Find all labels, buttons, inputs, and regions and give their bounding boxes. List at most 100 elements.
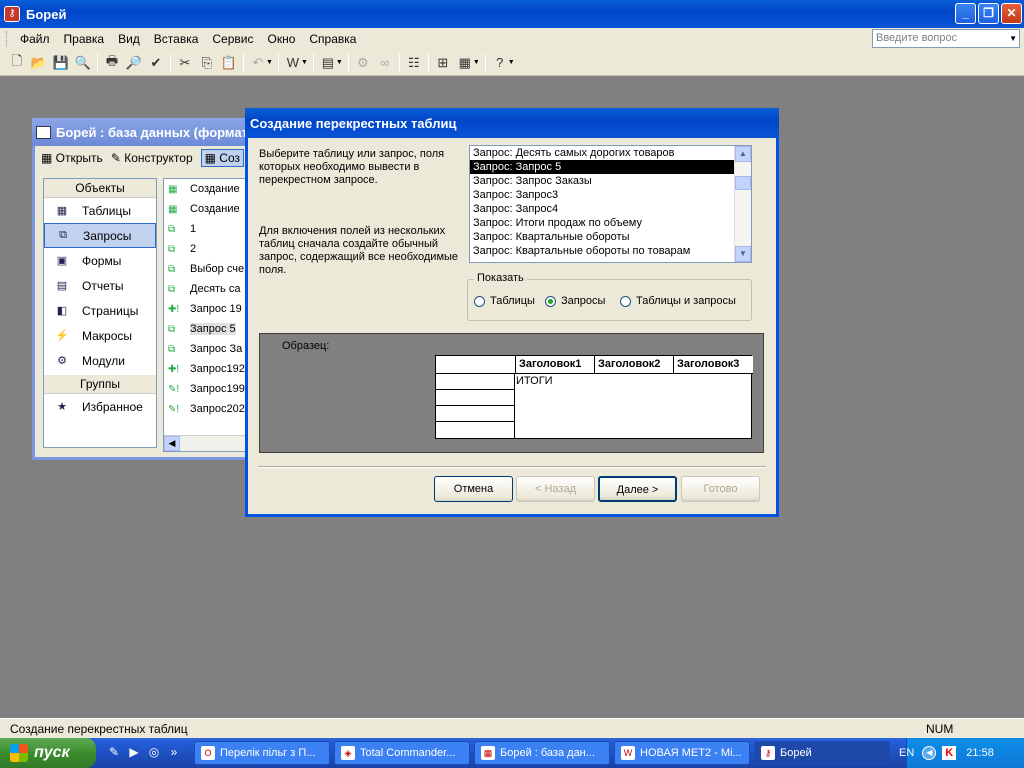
list-item[interactable]: ✎! Запрос202: [164, 399, 252, 419]
list-item[interactable]: ▦ Создание: [164, 179, 252, 199]
chevron-left-icon[interactable]: ◀: [922, 746, 937, 760]
objects-header[interactable]: Объекты: [44, 179, 156, 198]
notepad-icon[interactable]: ✎: [106, 745, 122, 761]
cancel-button[interactable]: Отмена: [434, 476, 513, 502]
list-item[interactable]: ⧉ 2: [164, 239, 252, 259]
object-reports[interactable]: ▤ Отчеты: [44, 273, 156, 298]
restore-button[interactable]: ❐: [978, 3, 999, 24]
menu-grip[interactable]: [6, 31, 9, 47]
properties-icon[interactable]: ☷: [403, 52, 425, 74]
list-item[interactable]: Запрос: Итоги продаж по объему: [470, 216, 735, 230]
menu-window[interactable]: Окно: [260, 32, 302, 46]
grid-row-cell: [436, 422, 515, 438]
taskbar-task[interactable]: ▦ Борей : база дан...: [474, 741, 610, 765]
design-button[interactable]: ✎ Конструктор: [111, 151, 193, 165]
chevron-down-icon[interactable]: ▼: [735, 246, 751, 262]
back-button[interactable]: < Назад: [516, 476, 595, 502]
chevron-left-icon[interactable]: ◀: [164, 436, 180, 451]
access-key-icon[interactable]: ⚷: [4, 6, 20, 22]
chevron-down-icon[interactable]: ▼: [1009, 30, 1017, 47]
menu-view[interactable]: Вид: [111, 32, 147, 46]
code-icon[interactable]: ⚙: [352, 52, 374, 74]
list-item[interactable]: Запрос: Запрос3: [470, 188, 735, 202]
vertical-scrollbar[interactable]: ▲ ▼: [734, 146, 751, 262]
list-item[interactable]: Запрос: Запрос4: [470, 202, 735, 216]
open-button[interactable]: ▦ Открыть: [41, 151, 103, 165]
chevron-up-icon[interactable]: ▲: [735, 146, 751, 162]
search-files-icon[interactable]: 🔍: [72, 52, 94, 74]
list-item[interactable]: ✎! Запрос199: [164, 379, 252, 399]
paste-icon[interactable]: 📋: [218, 52, 240, 74]
show-group-label: Показать: [474, 272, 527, 284]
object-pages[interactable]: ◧ Страницы: [44, 298, 156, 323]
object-modules[interactable]: ⚙ Модули: [44, 348, 156, 373]
copy-icon[interactable]: ⎘: [196, 52, 218, 74]
database-toolbar: ▦ Открыть ✎ Конструктор ▦ Соз: [35, 146, 249, 170]
show-groupbox: Показать Таблицы Запросы Таблицы и запро…: [467, 272, 752, 321]
new-icon[interactable]: 🗋: [6, 52, 28, 74]
list-item[interactable]: ⧉ Выбор сче: [164, 259, 252, 279]
list-item[interactable]: ✚! Запрос 19: [164, 299, 252, 319]
radio-queries[interactable]: Запросы: [545, 295, 605, 307]
dialog-titlebar[interactable]: Создание перекрестных таблиц: [245, 108, 779, 138]
list-item[interactable]: ⧉ Запрос За: [164, 339, 252, 359]
menu-insert[interactable]: Вставка: [147, 32, 206, 46]
print-icon[interactable]: 🖶: [101, 52, 123, 74]
script-icon[interactable]: ∞: [374, 52, 396, 74]
list-item[interactable]: Запрос: Квартальные обороты: [470, 230, 735, 244]
close-button[interactable]: ✕: [1001, 3, 1022, 24]
database-window-titlebar[interactable]: Борей : база данных (формат: [32, 118, 252, 146]
total-commander-icon: ◈: [341, 746, 355, 760]
list-item[interactable]: Запрос: Десять самых дорогих товаров: [470, 146, 735, 160]
print-preview-icon[interactable]: 🔎: [123, 52, 145, 74]
radio-tables[interactable]: Таблицы: [474, 295, 535, 307]
menu-tools[interactable]: Сервис: [205, 32, 260, 46]
relationships-icon[interactable]: ⊞: [432, 52, 454, 74]
object-tables[interactable]: ▦ Таблицы: [44, 198, 156, 223]
menu-help[interactable]: Справка: [302, 32, 363, 46]
cut-icon[interactable]: ✂: [174, 52, 196, 74]
query-listbox[interactable]: Запрос: Десять самых дорогих товаров Зап…: [469, 145, 752, 263]
group-favorites[interactable]: ★ Избранное: [44, 394, 156, 419]
horizontal-scrollbar[interactable]: ◀: [164, 435, 252, 451]
groups-header[interactable]: Группы: [44, 375, 156, 394]
language-indicator[interactable]: EN: [899, 747, 914, 759]
create-button[interactable]: ▦ Соз: [200, 149, 245, 167]
grid-header: Заголовок3: [674, 356, 753, 374]
clock[interactable]: 21:58: [966, 747, 994, 759]
list-item[interactable]: Запрос: Запрос Заказы: [470, 174, 735, 188]
open-icon[interactable]: 📂: [28, 52, 50, 74]
kaspersky-icon[interactable]: K: [942, 746, 957, 760]
ask-question-input[interactable]: Введите вопрос ▼: [872, 29, 1020, 48]
opera-icon[interactable]: ◎: [146, 745, 162, 761]
hint-text: Для включения полей из нескольких таблиц…: [259, 225, 459, 276]
start-button[interactable]: пуск: [0, 738, 96, 768]
menu-edit[interactable]: Правка: [57, 32, 112, 46]
list-item[interactable]: ✚! Запрос192: [164, 359, 252, 379]
radio-tables-and-queries[interactable]: Таблицы и запросы: [620, 295, 736, 307]
next-button[interactable]: Далее >: [598, 476, 677, 502]
list-item[interactable]: ⧉ 1: [164, 219, 252, 239]
finish-button[interactable]: Готово: [681, 476, 760, 502]
taskbar-task[interactable]: O Перелік пільг з П...: [194, 741, 330, 765]
minimize-button[interactable]: _: [955, 3, 976, 24]
object-macros[interactable]: ⚡ Макросы: [44, 323, 156, 348]
object-forms[interactable]: ▣ Формы: [44, 248, 156, 273]
taskbar-task[interactable]: W НОВАЯ МЕТ2 - Mi...: [614, 741, 750, 765]
list-item[interactable]: ⧉ Десять са: [164, 279, 252, 299]
list-item[interactable]: ▦ Создание: [164, 199, 252, 219]
media-player-icon[interactable]: ▶: [126, 745, 142, 761]
save-icon[interactable]: 💾: [50, 52, 72, 74]
chevron-right-icon[interactable]: »: [166, 745, 182, 761]
windows-flag-icon: [10, 744, 28, 762]
scroll-thumb[interactable]: [735, 176, 751, 190]
list-item[interactable]: ⧉ Запрос 5: [164, 319, 252, 339]
list-item[interactable]: Запрос: Квартальные обороты по товарам: [470, 244, 735, 258]
list-item[interactable]: Запрос: Запрос 5: [470, 160, 735, 174]
object-queries[interactable]: ⧉ Запросы: [44, 223, 156, 248]
taskbar-task-active[interactable]: ⚷ Борей: [754, 741, 890, 765]
menu-bar: Файл Правка Вид Вставка Сервис Окно Спра…: [0, 28, 1024, 50]
spelling-icon[interactable]: ✔: [145, 52, 167, 74]
menu-file[interactable]: Файл: [13, 32, 57, 46]
taskbar-task[interactable]: ◈ Total Commander...: [334, 741, 470, 765]
